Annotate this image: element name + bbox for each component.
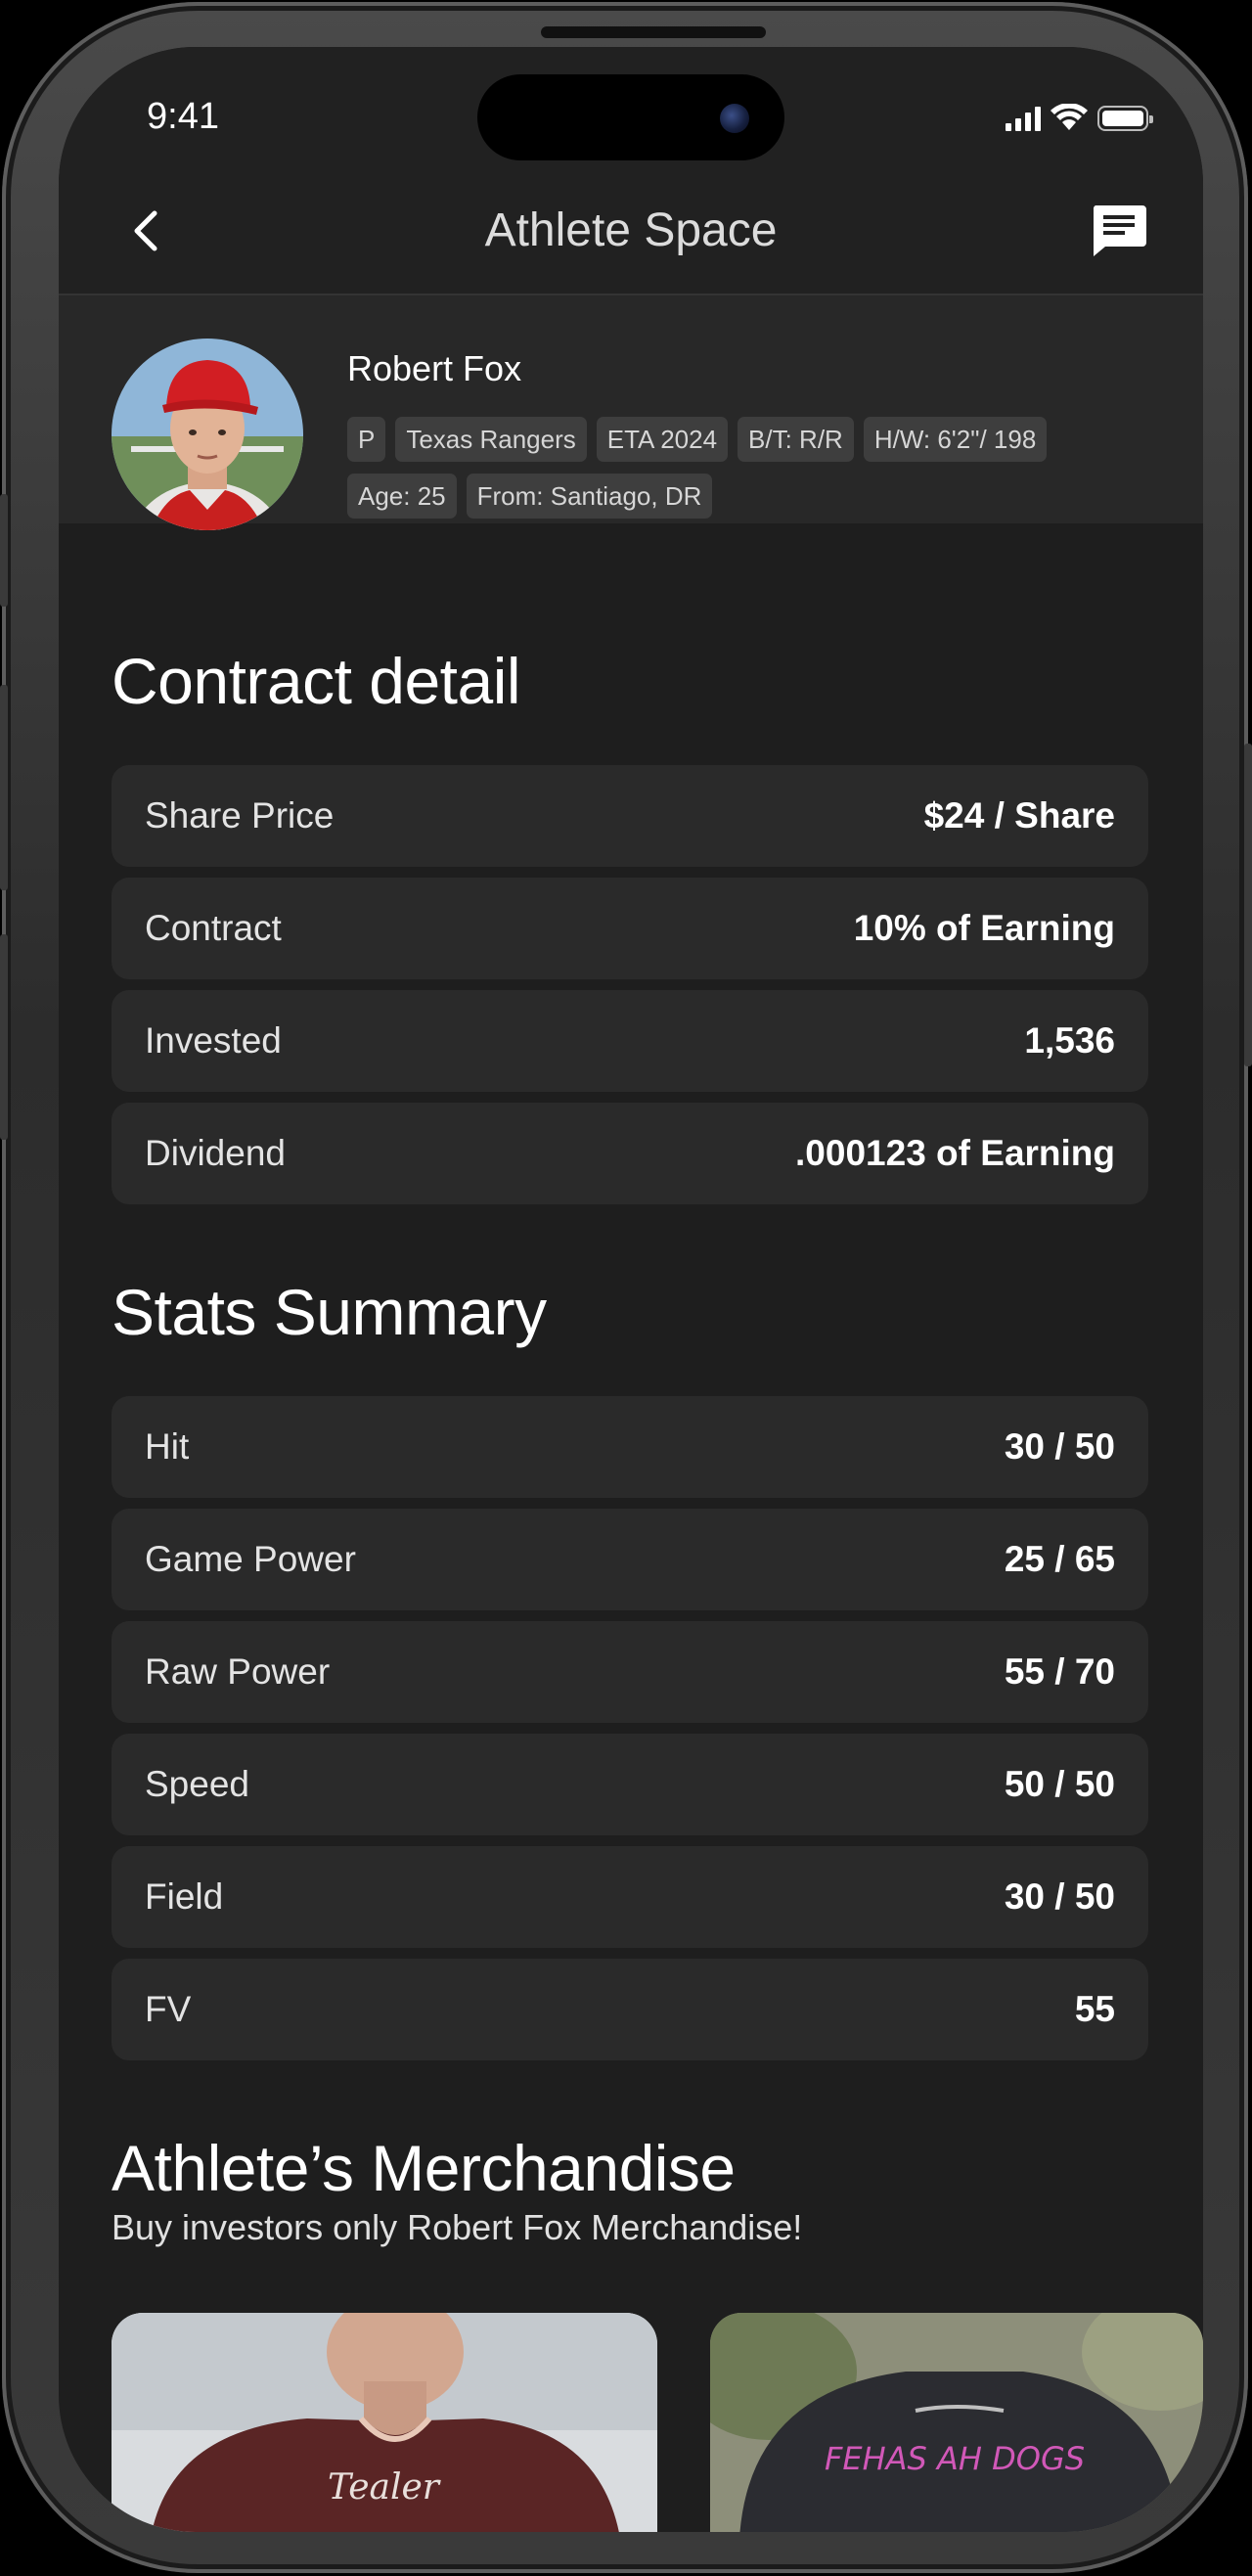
volume-down-button	[0, 934, 8, 1140]
volume-up-button	[0, 685, 8, 890]
stat-row-speed: Speed 50 / 50	[112, 1734, 1148, 1835]
age-tag: Age: 25	[347, 474, 457, 519]
cellular-signal-icon	[1006, 106, 1041, 131]
wifi-icon	[1051, 104, 1088, 130]
stats-summary-list: Hit 30 / 50 Game Power 25 / 65 Raw Power…	[112, 1396, 1148, 2071]
merchandise-card-2[interactable]: FEHAS AH DOGS	[710, 2313, 1203, 2532]
row-value: 50 / 50	[1004, 1764, 1115, 1804]
row-label: Game Power	[145, 1539, 356, 1579]
contract-row-invested: Invested 1,536	[112, 990, 1148, 1092]
power-button	[1244, 744, 1252, 1066]
screen: 9:41 Athlete Space Robert Fox P Texas Ra…	[59, 47, 1203, 2532]
stat-row-fv: FV 55	[112, 1959, 1148, 2060]
row-label: FV	[145, 1989, 192, 2029]
height-weight-tag: H/W: 6'2"/ 198	[863, 417, 1048, 462]
athlete-tags: P Texas Rangers ETA 2024 B/T: R/R H/W: 6…	[347, 417, 1091, 519]
earpiece-speaker	[541, 26, 766, 38]
row-label: Field	[145, 1876, 224, 1917]
athlete-profile-header: Robert Fox P Texas Rangers ETA 2024 B/T:…	[59, 295, 1203, 530]
shirt-print-text: Tealer	[328, 2467, 441, 2508]
page-title: Athlete Space	[484, 204, 778, 256]
camera-icon	[720, 104, 749, 133]
merchandise-section-title: Athlete’s Merchandise	[112, 2132, 736, 2204]
merchandise-image-1: Tealer	[112, 2313, 657, 2532]
row-value: 30 / 50	[1004, 1876, 1115, 1917]
status-icons	[1006, 104, 1153, 131]
contract-section-title: Contract detail	[112, 645, 521, 717]
merchandise-card-1[interactable]: Tealer	[112, 2313, 657, 2532]
battery-icon	[1097, 106, 1153, 131]
row-value: 25 / 65	[1004, 1539, 1115, 1579]
merchandise-subtitle: Buy investors only Robert Fox Merchandis…	[112, 2207, 803, 2247]
row-value: 1,536	[1024, 1020, 1115, 1061]
action-button	[0, 494, 8, 607]
eta-tag: ETA 2024	[596, 417, 729, 462]
row-label: Dividend	[145, 1133, 286, 1173]
row-label: Speed	[145, 1764, 249, 1804]
contract-row-dividend: Dividend .000123 of Earning	[112, 1103, 1148, 1204]
stat-row-hit: Hit 30 / 50	[112, 1396, 1148, 1498]
stat-row-field: Field 30 / 50	[112, 1846, 1148, 1948]
row-label: Raw Power	[145, 1651, 331, 1692]
merchandise-image-2: FEHAS AH DOGS	[710, 2313, 1203, 2532]
dynamic-island	[477, 74, 784, 160]
message-button[interactable]	[1090, 203, 1148, 258]
row-label: Hit	[145, 1426, 190, 1467]
row-label: Invested	[145, 1020, 282, 1061]
row-value: 55 / 70	[1004, 1651, 1115, 1692]
row-value: $24 / Share	[923, 795, 1115, 836]
position-tag: P	[347, 417, 386, 462]
hometown-tag: From: Santiago, DR	[466, 474, 713, 519]
row-value: .000123 of Earning	[795, 1133, 1115, 1173]
bats-throws-tag: B/T: R/R	[738, 417, 854, 462]
row-value: 10% of Earning	[853, 908, 1115, 948]
athlete-avatar	[112, 339, 303, 530]
row-value: 55	[1074, 1989, 1115, 2029]
team-tag: Texas Rangers	[395, 417, 587, 462]
message-icon	[1093, 205, 1146, 256]
athlete-name: Robert Fox	[347, 348, 522, 388]
contract-row-share-price: Share Price $24 / Share	[112, 765, 1148, 867]
status-bar: 9:41	[59, 47, 1203, 164]
row-value: 30 / 50	[1004, 1426, 1115, 1467]
row-label: Share Price	[145, 795, 335, 836]
contract-row-contract: Contract 10% of Earning	[112, 878, 1148, 979]
navigation-bar: Athlete Space	[59, 164, 1203, 295]
stat-row-raw-power: Raw Power 55 / 70	[112, 1621, 1148, 1723]
row-label: Contract	[145, 908, 282, 948]
stats-section-title: Stats Summary	[112, 1276, 547, 1348]
stat-row-game-power: Game Power 25 / 65	[112, 1509, 1148, 1610]
shirt-print-text: FEHAS AH DOGS	[825, 2440, 1085, 2477]
status-time: 9:41	[147, 96, 219, 137]
contract-detail-list: Share Price $24 / Share Contract 10% of …	[112, 765, 1148, 1215]
